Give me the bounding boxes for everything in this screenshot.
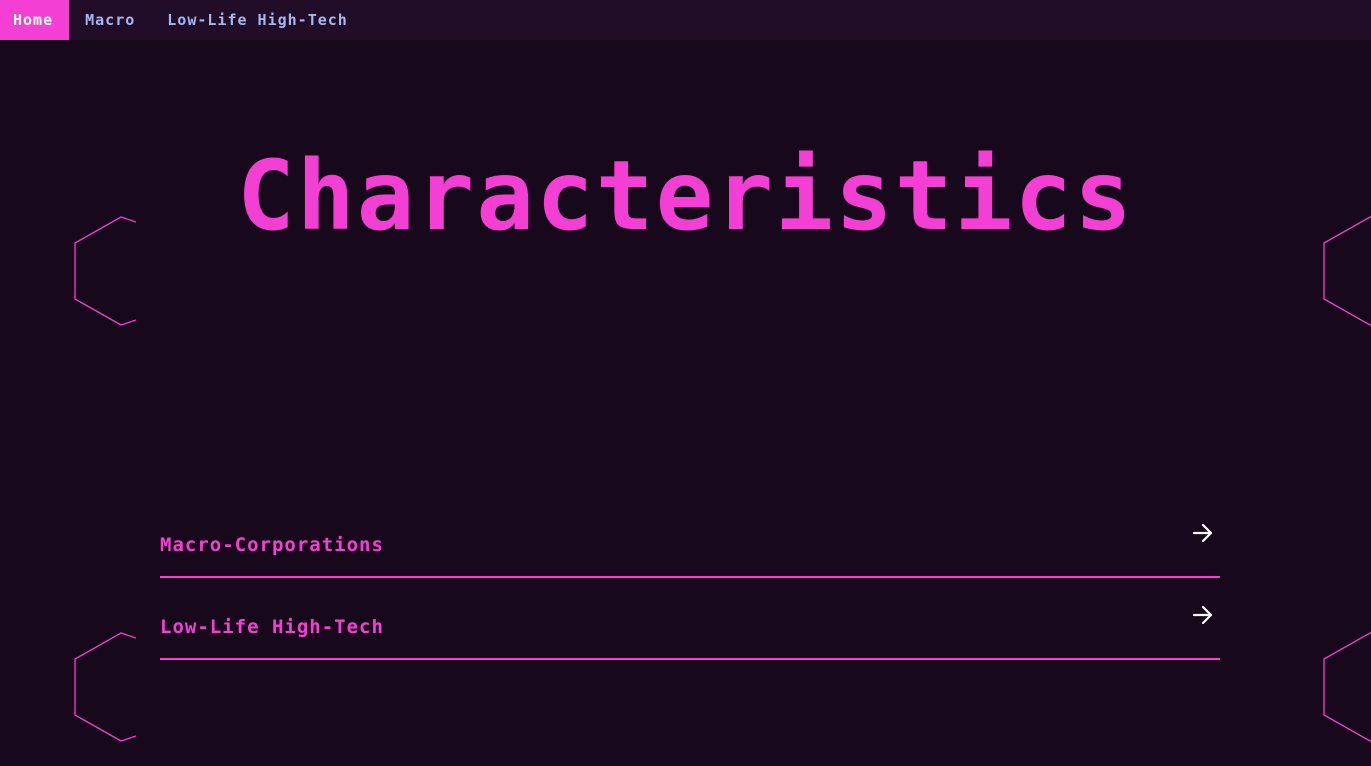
page: Home Macro Low-Life High-Tech Characteri… [0, 0, 1371, 766]
arrow-right-icon[interactable] [1192, 522, 1214, 544]
hexagon-decoration-icon [74, 632, 137, 742]
list-item-label: Low-Life High-Tech [160, 616, 384, 638]
arrow-right-icon[interactable] [1192, 604, 1214, 626]
nav-item-macro[interactable]: Macro [69, 0, 151, 40]
nav-item-label: Home [13, 11, 54, 29]
hexagon-decoration-icon [1323, 632, 1371, 742]
characteristics-list: Macro-Corporations Low-Life High-Tech [160, 496, 1220, 660]
nav-item-low-life-high-tech[interactable]: Low-Life High-Tech [151, 0, 364, 40]
nav-item-home[interactable]: Home [0, 0, 70, 40]
top-nav: Home Macro Low-Life High-Tech [0, 0, 1371, 40]
page-title: Characteristics [237, 140, 1134, 252]
hexagon-decoration-icon [74, 216, 137, 326]
list-item-label: Macro-Corporations [160, 534, 384, 556]
nav-item-label: Macro [85, 11, 136, 29]
nav-item-label: Low-Life High-Tech [167, 11, 348, 29]
list-item-low-life-high-tech[interactable]: Low-Life High-Tech [160, 578, 1220, 660]
list-item-macro-corporations[interactable]: Macro-Corporations [160, 496, 1220, 578]
hexagon-decoration-icon [1323, 216, 1371, 326]
